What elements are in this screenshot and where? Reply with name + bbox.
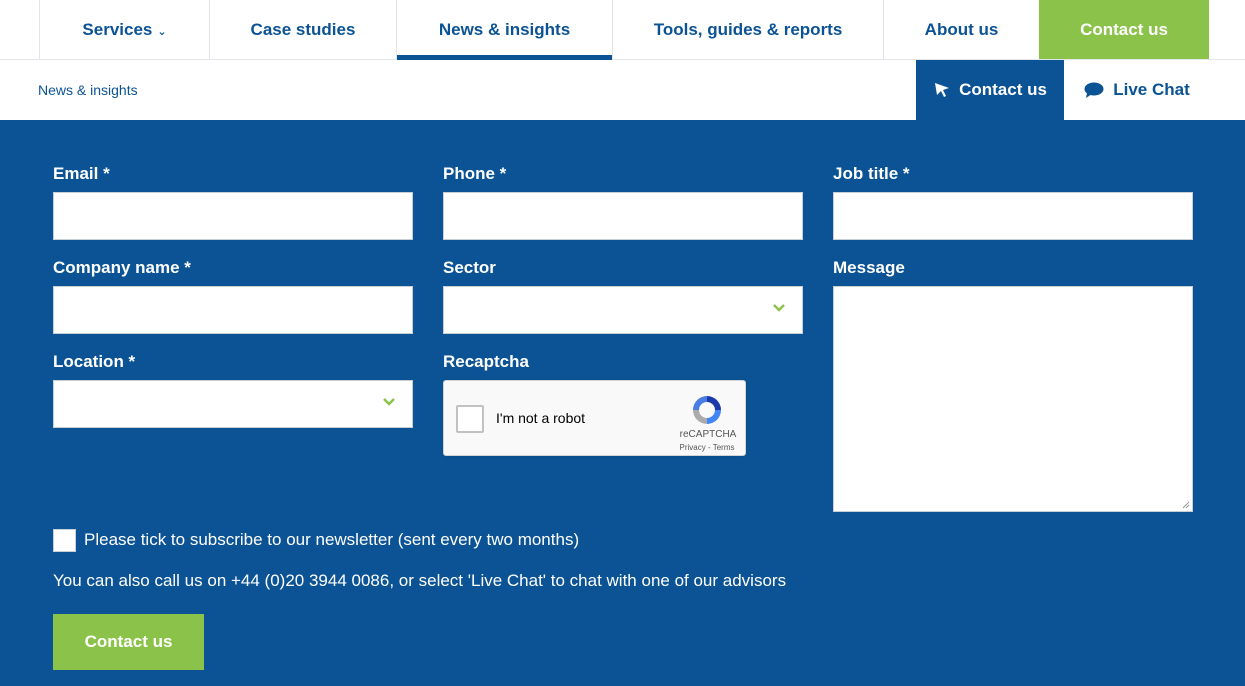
nav-item-label: Tools, guides & reports [653,19,843,39]
newsletter-label: Please tick to subscribe to our newslett… [84,530,580,549]
phone-label: Phone * [443,164,507,183]
contact-us-button[interactable]: Contact us [916,60,1064,120]
recaptcha-checkbox[interactable] [456,405,484,433]
company-name-field[interactable] [53,286,413,334]
nav-item-news-insights[interactable]: News & insights [396,0,612,60]
email-field[interactable] [53,192,413,240]
recaptcha-widget: I'm not a robot reCAPTCHA Privacy - Term… [443,380,746,456]
live-chat-label: Live Chat [1113,80,1190,99]
nav-item-label: News & insights [438,19,571,39]
live-chat-button[interactable]: Live Chat [1064,60,1209,120]
recaptcha-logo-icon [693,396,721,424]
contact-us-label: Contact us [959,80,1047,99]
sector-label: Sector [443,258,496,277]
chevron-down-icon [383,398,395,406]
recaptcha-brand: reCAPTCHA [679,429,737,440]
message-label: Message [833,258,905,277]
nav-item-tools-guides-reports[interactable]: Tools, guides & reports [612,0,883,59]
email-label: Email * [53,164,110,183]
nav-item-about-us[interactable]: About us [883,0,1039,59]
breadcrumb[interactable]: News & insights [38,82,138,98]
chat-bubble-icon [1084,82,1104,98]
location-label: Location * [53,352,136,371]
message-textarea[interactable] [833,286,1193,512]
contact-form: Email * Phone * Job title * Company name… [0,120,1245,686]
recaptcha-terms-link[interactable]: Privacy - Terms [674,443,740,452]
recaptcha-text: I'm not a robot [496,410,586,426]
nav-item-label: About us [924,19,999,39]
sector-select[interactable] [443,286,803,334]
location-select[interactable] [53,380,413,428]
company-name-label: Company name * [53,258,191,277]
newsletter-checkbox[interactable] [53,529,76,552]
recaptcha-label: Recaptcha [443,352,529,371]
job-title-field[interactable] [833,192,1193,240]
chevron-down-icon [773,304,785,312]
phone-field[interactable] [443,192,803,240]
call-note: You can also call us on +44 (0)20 3944 0… [53,571,787,590]
nav-item-case-studies[interactable]: Case studies [209,0,396,59]
nav-item-services[interactable]: Services ⌄ [39,0,209,59]
nav-item-label: Services [82,19,153,39]
nav-contact-us-button[interactable]: Contact us [1039,0,1209,59]
chevron-down-icon: ⌄ [157,25,167,38]
submit-contact-button[interactable]: Contact us [53,614,204,670]
resize-handle-icon[interactable] [1182,501,1190,509]
nav-item-label: Contact us [1080,19,1168,39]
cursor-pointer-icon [935,83,950,97]
top-navigation: Services ⌄ Case studies News & insights … [0,0,1245,60]
sub-bar: News & insights Contact us Live Chat [0,60,1245,120]
nav-item-label: Case studies [250,19,356,39]
job-title-label: Job title * [833,164,910,183]
